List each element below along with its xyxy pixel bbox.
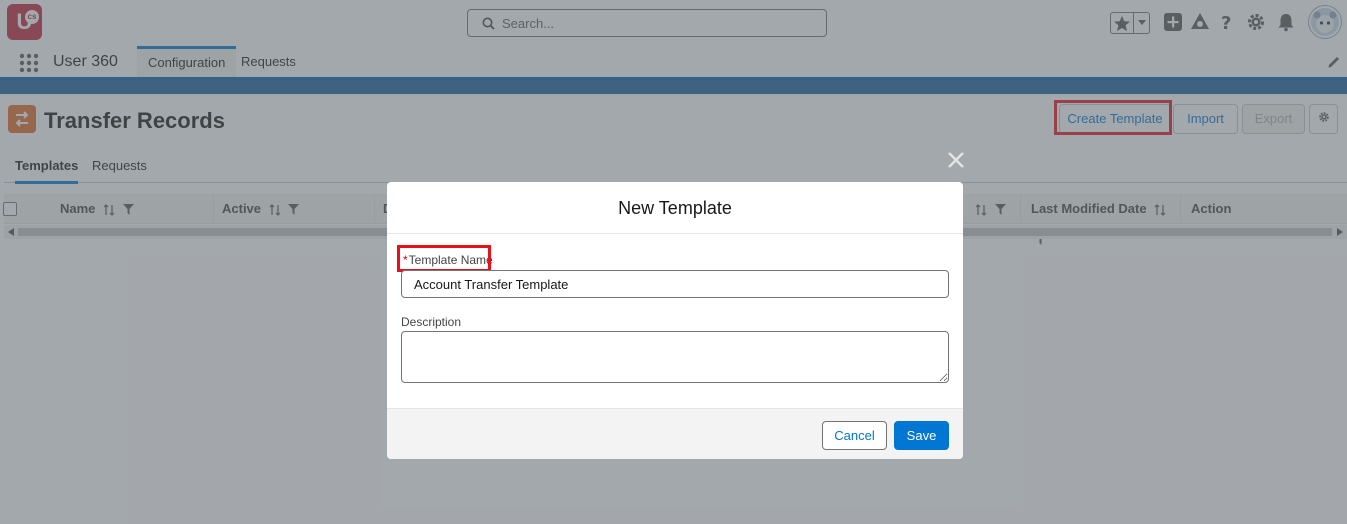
new-template-modal: New Template *Template Name Description … bbox=[387, 182, 963, 459]
description-textarea[interactable] bbox=[401, 331, 949, 383]
description-label: Description bbox=[401, 315, 462, 329]
cancel-button[interactable]: Cancel bbox=[822, 421, 887, 450]
modal-footer: Cancel Save bbox=[387, 408, 963, 459]
save-button[interactable]: Save bbox=[894, 421, 949, 450]
template-name-highlight bbox=[397, 245, 491, 272]
close-icon[interactable] bbox=[946, 150, 966, 170]
modal-title: New Template bbox=[387, 182, 963, 234]
template-name-input[interactable] bbox=[401, 270, 949, 298]
